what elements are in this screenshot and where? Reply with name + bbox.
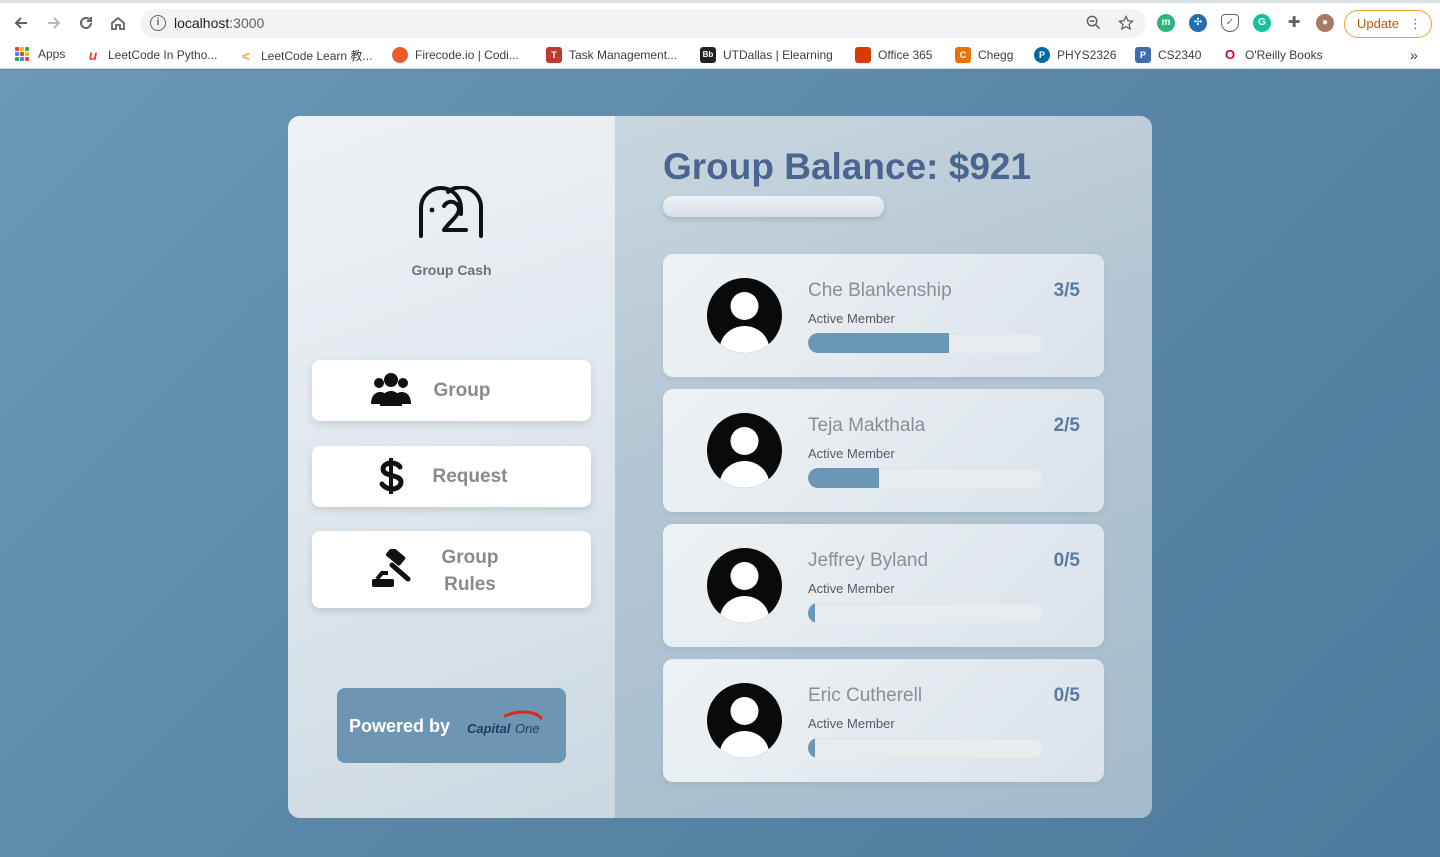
member-progress-fill [808, 738, 816, 758]
home-icon[interactable] [106, 11, 130, 35]
nav-group-rules-label: Group Rules [441, 547, 499, 595]
extension-m-icon[interactable]: m [1157, 14, 1175, 32]
address-bar[interactable]: i localhost:3000 [140, 9, 1146, 38]
member-score: 3/5 [1053, 280, 1080, 301]
p-icon: P [1135, 47, 1151, 63]
avatar [707, 278, 782, 353]
svg-text:One: One [515, 721, 540, 736]
bookmark-utdallas[interactable]: Bb UTDallas | Elearning [700, 47, 833, 63]
member-name: Jeffrey Byland [808, 550, 929, 571]
task-management-icon: T [546, 47, 562, 63]
bookmarks-bar: Apps u LeetCode In Pytho... < LeetCode L… [0, 41, 1440, 69]
site-info-icon[interactable]: i [150, 15, 166, 31]
more-bookmarks-button[interactable]: » [1410, 47, 1418, 63]
office-icon [855, 47, 871, 63]
member-score: 0/5 [1053, 550, 1080, 571]
member-progress-bar [808, 603, 1043, 623]
powered-by-badge: Powered by Capital One [337, 688, 566, 763]
member-name: Teja Makthala [808, 415, 926, 436]
nav-group-rules-button[interactable]: Group Rules [312, 531, 591, 608]
pearson-icon: P [1034, 47, 1050, 63]
member-progress-bar [808, 468, 1043, 488]
member-progress-fill [808, 333, 949, 353]
avatar [707, 683, 782, 758]
bookmark-leetcode-learn[interactable]: < LeetCode Learn 教... [238, 47, 373, 64]
member-score: 0/5 [1053, 685, 1080, 706]
more-menu-icon: ⋮ [1409, 16, 1422, 31]
nav-request-button[interactable]: Request [312, 446, 591, 507]
bookmark-phys2326[interactable]: P PHYS2326 [1034, 47, 1116, 63]
member-progress-fill [808, 603, 816, 623]
group-cash-logo-icon [419, 186, 484, 238]
member-card[interactable]: Jeffrey Byland Active Member 0/5 [663, 524, 1104, 647]
member-progress-bar [808, 738, 1043, 758]
extensions-puzzle-icon[interactable]: ✚ [1285, 14, 1303, 32]
sidebar: Group Cash Group Request Group Rules Pow… [288, 116, 615, 818]
bookmark-office[interactable]: Office 365 [855, 47, 932, 63]
grammarly-icon[interactable]: G [1253, 14, 1271, 32]
gavel-icon [372, 549, 411, 587]
apps-grid-icon [15, 47, 29, 61]
member-status: Active Member [808, 446, 895, 461]
member-name: Che Blankenship [808, 280, 952, 301]
member-status: Active Member [808, 716, 895, 731]
bookmark-task-management[interactable]: T Task Management... [546, 47, 677, 63]
main-panel: Group Balance: $921 Che Blankenship Acti… [615, 116, 1152, 818]
leetcode-python-icon: u [88, 47, 98, 63]
extension-network-icon[interactable]: ✣ [1189, 14, 1207, 32]
member-card[interactable]: Che Blankenship Active Member 3/5 [663, 254, 1104, 377]
chegg-icon: C [955, 47, 971, 63]
firecode-icon [392, 47, 408, 63]
bookmark-cs2340[interactable]: P CS2340 [1135, 47, 1201, 63]
extension-shield-icon[interactable]: ✓ [1221, 14, 1239, 32]
users-icon [371, 373, 411, 406]
member-score: 2/5 [1053, 415, 1080, 436]
bookmark-leetcode-python[interactable]: u LeetCode In Pytho... [85, 47, 218, 63]
avatar [707, 413, 782, 488]
member-progress-fill [808, 468, 879, 488]
reload-icon[interactable] [74, 11, 98, 35]
capital-one-logo: Capital One [467, 710, 543, 736]
forward-arrow-icon[interactable] [42, 11, 66, 35]
bookmark-chegg[interactable]: C Chegg [955, 47, 1013, 63]
powered-by-text: Powered by [349, 716, 451, 736]
bookmark-firecode[interactable]: Firecode.io | Codi... [392, 47, 519, 63]
blackboard-icon: Bb [700, 47, 716, 63]
browser-toolbar: i localhost:3000 m ✣ ✓ G ✚ ● Update ⋮ [0, 0, 1440, 41]
svg-text:Capital: Capital [467, 721, 511, 736]
leetcode-icon: < [241, 47, 251, 64]
nav-group-button[interactable]: Group [312, 360, 591, 421]
update-button[interactable]: Update ⋮ [1344, 10, 1432, 38]
oreilly-icon: O [1224, 47, 1236, 62]
bookmark-oreilly[interactable]: O O'Reilly Books [1222, 47, 1323, 63]
url-text: localhost:3000 [174, 15, 265, 31]
zoom-icon[interactable] [1086, 15, 1101, 34]
brand-name: Group Cash [411, 262, 492, 278]
member-card[interactable]: Teja Makthala Active Member 2/5 [663, 389, 1104, 512]
member-status: Active Member [808, 311, 895, 326]
bookmark-star-icon[interactable] [1117, 14, 1135, 35]
member-status: Active Member [808, 581, 895, 596]
nav-group-label: Group [433, 380, 491, 401]
member-name: Eric Cutherell [808, 685, 923, 706]
member-progress-bar [808, 333, 1043, 353]
page-background: Group Cash Group Request Group Rules Pow… [0, 70, 1440, 857]
nav-request-label: Request [432, 466, 508, 487]
group-balance-title: Group Balance: $921 [663, 146, 1032, 187]
member-card[interactable]: Eric Cutherell Active Member 0/5 [663, 659, 1104, 782]
bookmark-apps[interactable]: Apps [15, 47, 65, 61]
title-underline-bar [663, 196, 884, 217]
profile-avatar[interactable]: ● [1316, 14, 1334, 32]
app-card: Group Cash Group Request Group Rules Pow… [288, 116, 1152, 818]
dollar-icon [379, 458, 404, 494]
back-arrow-icon[interactable] [9, 11, 33, 35]
avatar [707, 548, 782, 623]
